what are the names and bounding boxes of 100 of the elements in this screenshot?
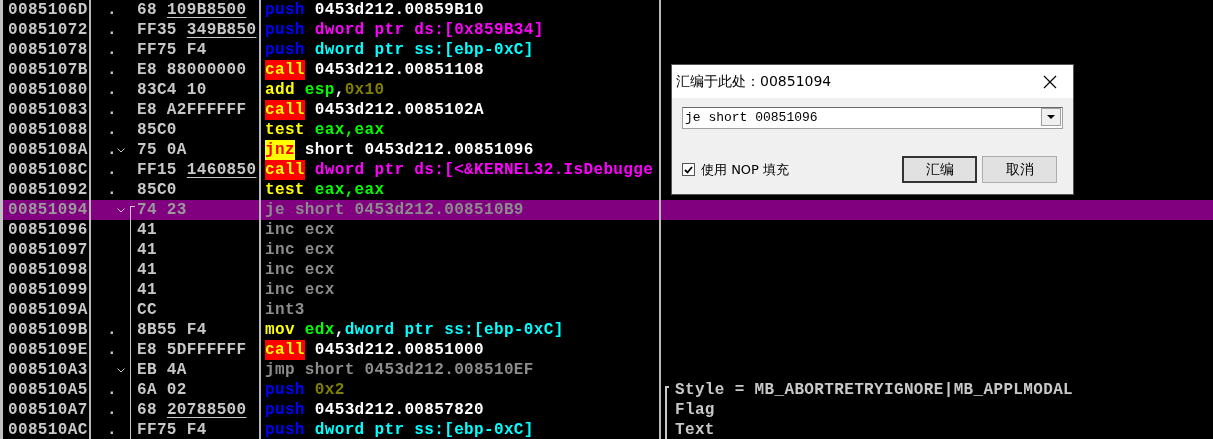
marker-dot: . [107,121,117,139]
operand-text: 0453d212.0085102A [314,100,484,120]
mnemonic: push [265,400,305,420]
comment-text: Style = MB_ABORTRETRYIGNORE|MB_APPLMODAL [675,380,1074,400]
marker-dot: . [107,161,117,179]
hex-bytes: 8B55 F4 [137,320,207,340]
hex-bytes: E8 5DFFFFFF [137,340,247,360]
address-text: 0085108C [8,160,88,180]
relocation-bytes: 349B850 [186,20,257,40]
mnemonic: call [265,340,305,360]
hex-bytes: FF75 F4 [137,420,207,439]
mnemonic: inc [265,240,295,260]
hex-bytes: FF35 [137,20,177,40]
marker-dot: . [107,341,117,359]
marker-dot: . [107,61,117,79]
address-text: 0085106D [8,0,88,20]
checkbox-label: 使用 NOP 填充 [701,160,790,179]
address-text: 00851078 [8,40,88,60]
hex-bytes: 68 [137,400,157,420]
address-text: 0085109B [8,320,88,340]
operand-text: dword ptr ds:[0x859B34] [314,20,544,40]
operand-text: dword ptr ss:[ebp-0xC] [314,40,534,60]
hex-bytes: FF75 F4 [137,40,207,60]
hex-bytes: 41 [137,280,157,300]
address-text: 00851096 [8,220,88,240]
operand-text: edx,dword ptr ss:[ebp-0xC] [304,320,564,340]
address-text: 0085108A [8,140,88,160]
mnemonic: push [265,380,305,400]
mnemonic: test [265,120,305,140]
operand-text: ecx [304,220,335,240]
checkbox[interactable] [682,163,695,176]
address-text: 0085109E [8,340,88,360]
marker-dot: . [107,1,117,19]
caret-icon [1047,115,1055,119]
mnemonic: test [265,180,305,200]
operand-text: ecx [304,280,335,300]
operand-text: short 0453d212.008510EF [304,360,534,380]
hex-bytes: 68 [137,0,157,20]
hex-bytes: FF15 [137,160,177,180]
operand-text: eax,eax [314,120,385,140]
comment-text: Flag [675,400,715,420]
dropdown-button[interactable] [1041,108,1061,126]
operand-text: esp,0x10 [304,80,385,100]
mnemonic: push [265,40,305,60]
dialog-button[interactable]: 取消 [982,156,1057,183]
marker-dot: . [107,181,117,199]
address-text: 00851088 [8,120,88,140]
hex-bytes: EB 4A [137,360,187,380]
hex-bytes: 41 [137,220,157,240]
marker-dot: . [107,381,117,399]
operand-text: 0453d212.00851108 [314,60,484,80]
address-text: 00851094 [8,200,88,220]
marker-dot: . [107,141,117,159]
operand-text: ecx [304,240,335,260]
address-text: 00851080 [8,80,88,100]
hex-bytes: 75 0A [137,140,187,160]
address-text: 00851099 [8,280,88,300]
mnemonic: call [265,100,305,120]
hex-bytes: 85C0 [137,120,177,140]
relocation-bytes: 20788500 [166,400,247,420]
operand-text: 0453d212.00851000 [314,340,484,360]
mnemonic: mov [265,320,295,340]
mnemonic: jmp [265,360,295,380]
address-text: 00851098 [8,260,88,280]
hex-bytes: 83C4 10 [137,80,207,100]
hex-bytes: 74 23 [137,200,187,220]
operand-text: dword ptr ds:[<&KERNEL32.IsDebugge [314,160,654,180]
address-text: 00851097 [8,240,88,260]
hex-bytes: 41 [137,240,157,260]
hex-bytes: E8 88000000 [137,60,247,80]
close-icon [1043,74,1057,89]
marker-dot: . [107,21,117,39]
operand-text: short 0453d212.008510B9 [294,200,524,220]
operand-text: 0453d212.00859B10 [314,0,484,20]
operand-text: 0453d212.00857820 [314,400,484,420]
operand-text: short 0453d212.00851096 [304,140,534,160]
marker-dot: . [107,321,117,339]
address-text: 008510AC [8,420,88,439]
address-text: 0085109A [8,300,88,320]
marker-dot: . [107,101,117,119]
address-text: 00851072 [8,20,88,40]
marker-dot: . [107,41,117,59]
marker-dot: . [107,421,117,439]
mnemonic: inc [265,280,295,300]
address-text: 008510A3 [8,360,88,380]
address-text: 008510A5 [8,380,88,400]
operand-text: dword ptr ss:[ebp-0xC] [314,420,534,439]
hex-bytes: CC [137,300,157,320]
operand-text: ecx [304,260,335,280]
operand-text: eax,eax [314,180,385,200]
marker-dot: . [107,81,117,99]
dialog-button[interactable]: 汇编 [902,156,977,183]
instruction-input[interactable]: je short 00851096 [682,106,1063,129]
mnemonic: push [265,20,305,40]
hex-bytes: E8 A2FFFFFF [137,100,247,120]
operand-text: 0x2 [314,380,345,400]
dialog-title: 汇编于此处：00851094 [676,72,832,91]
mnemonic: push [265,420,305,439]
address-text: 0085107B [8,60,88,80]
mnemonic: add [265,80,295,100]
